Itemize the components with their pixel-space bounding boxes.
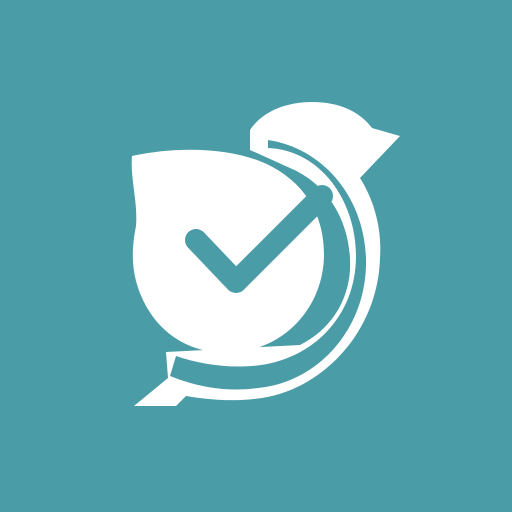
app-icon [0, 0, 512, 512]
bird-checkmark-icon [0, 0, 512, 512]
